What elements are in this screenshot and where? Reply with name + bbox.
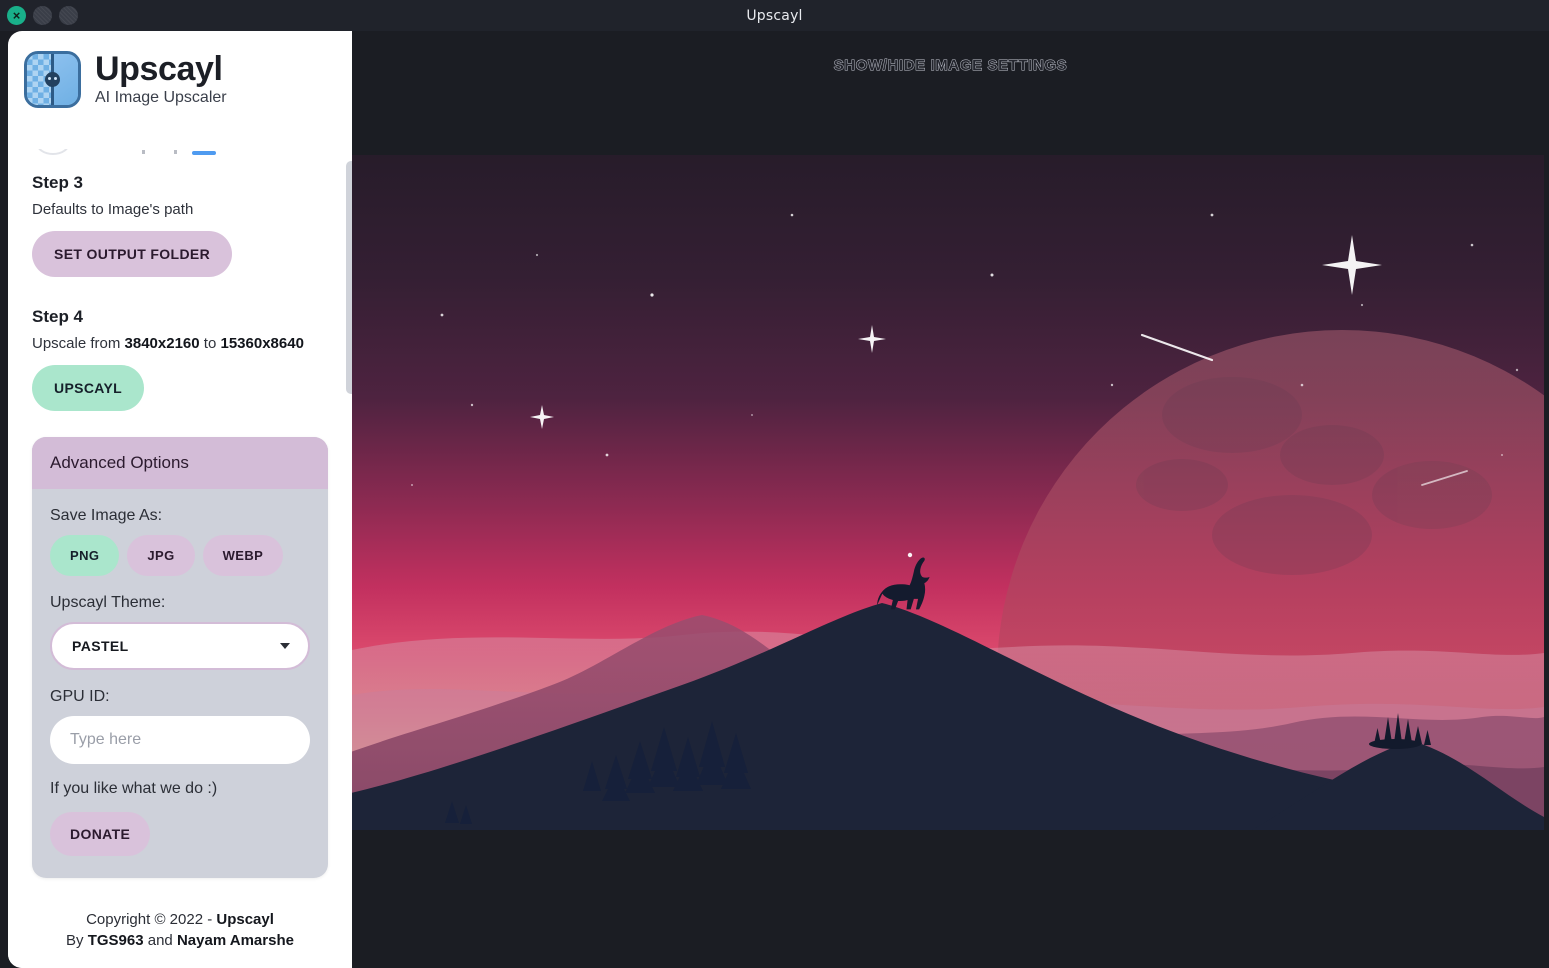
titlebar: × Upscayl [0, 0, 1549, 31]
donate-prompt-text: If you like what we do :) [50, 780, 218, 797]
set-output-folder-button[interactable]: SET OUTPUT FOLDER [32, 231, 233, 277]
sidebar-panel: Upscayl AI Image Upscaler Step 3 Default… [8, 31, 352, 968]
upscayl-theme-label: Upscayl Theme: [50, 594, 166, 611]
advanced-options-header[interactable]: Advanced Options [32, 437, 328, 489]
upscale-middle: to [199, 335, 221, 352]
logo-slider-knob-icon [45, 72, 60, 87]
sidebar-scroll-region[interactable]: Step 3 Defaults to Image's path SET OUTP… [8, 149, 352, 924]
image-preview-pane: SHOW/HIDE IMAGE SETTINGS [352, 31, 1549, 968]
window-controls: × [7, 0, 78, 31]
window-title: Upscayl [746, 7, 803, 24]
theme-select[interactable]: PASTEL [50, 622, 310, 670]
step-3-description: Defaults to Image's path [32, 201, 194, 218]
upscale-prefix: Upscale from [32, 335, 125, 352]
content-area: SHOW/HIDE IMAGE SETTINGS Upscayl AI Imag… [0, 31, 1549, 968]
preview-image[interactable] [352, 155, 1544, 830]
app-title-block: Upscayl AI Image Upscaler [95, 49, 227, 108]
format-button-webp[interactable]: WEBP [202, 535, 284, 576]
maximize-window-button[interactable] [59, 6, 78, 25]
gpu-id-label: GPU ID: [50, 688, 110, 705]
sidebar-scroll-content: Step 3 Defaults to Image's path SET OUTP… [8, 149, 352, 878]
copyright-prefix: Copyright © 2022 - [86, 910, 217, 928]
author-two: Nayam Amarshe [176, 932, 294, 950]
authors-prefix: By [66, 932, 88, 950]
close-icon: × [12, 8, 21, 23]
gpu-id-input[interactable] [50, 716, 310, 764]
source-resolution: 3840x2160 [124, 335, 200, 352]
step-4-title: Step 4 [32, 307, 84, 326]
format-button-png[interactable]: PNG [50, 535, 120, 576]
author-one: TGS963 [87, 932, 144, 950]
donate-button[interactable]: DONATE [50, 812, 151, 856]
format-button-jpg[interactable]: JPG [127, 535, 195, 576]
step-3-title: Step 3 [32, 173, 84, 192]
authors-line: By TGS963 and Nayam Amarshe [8, 930, 352, 952]
step-4-description: Upscale from 3840x2160 to 15360x8640 [32, 335, 336, 352]
app-tagline: AI Image Upscaler [95, 89, 227, 107]
upscayl-button[interactable]: UPSCAYL [32, 365, 145, 411]
format-button-group: PNG JPG WEBP [50, 535, 310, 576]
close-window-button[interactable]: × [7, 6, 26, 25]
show-hide-image-settings-toggle[interactable]: SHOW/HIDE IMAGE SETTINGS [352, 57, 1549, 75]
sidebar-scrollbar-thumb[interactable] [346, 161, 352, 394]
theme-select-wrapper: PASTEL [50, 622, 310, 670]
clipped-glyph-b [174, 150, 177, 154]
target-resolution: 15360x8640 [220, 335, 304, 352]
advanced-options-body: Save Image As: PNG JPG WEBP Upscayl Them… [32, 489, 328, 878]
save-image-as-label: Save Image As: [50, 507, 163, 524]
clipped-glyph-a [142, 150, 145, 154]
app-name: Upscayl [95, 49, 223, 88]
clipped-model-select[interactable] [24, 149, 336, 163]
copyright-line: Copyright © 2022 - Upscayl [8, 909, 352, 931]
upscayl-logo-icon [24, 51, 81, 108]
copyright-brand: Upscayl [216, 910, 274, 928]
advanced-options-card: Advanced Options Save Image As: PNG JPG … [32, 437, 328, 878]
sidebar-header: Upscayl AI Image Upscaler [8, 31, 352, 114]
clipped-underline [192, 151, 216, 155]
app-window: × Upscayl SHOW/HIDE IMAGE SETTINGS Upsca… [0, 0, 1549, 968]
sidebar-scrollbar-track[interactable] [346, 149, 352, 924]
authors-middle: and [143, 932, 177, 950]
footer-copyright: Copyright © 2022 - Upscayl By TGS963 and… [8, 900, 352, 968]
clipped-select-outline [36, 149, 70, 155]
minimize-window-button[interactable] [33, 6, 52, 25]
